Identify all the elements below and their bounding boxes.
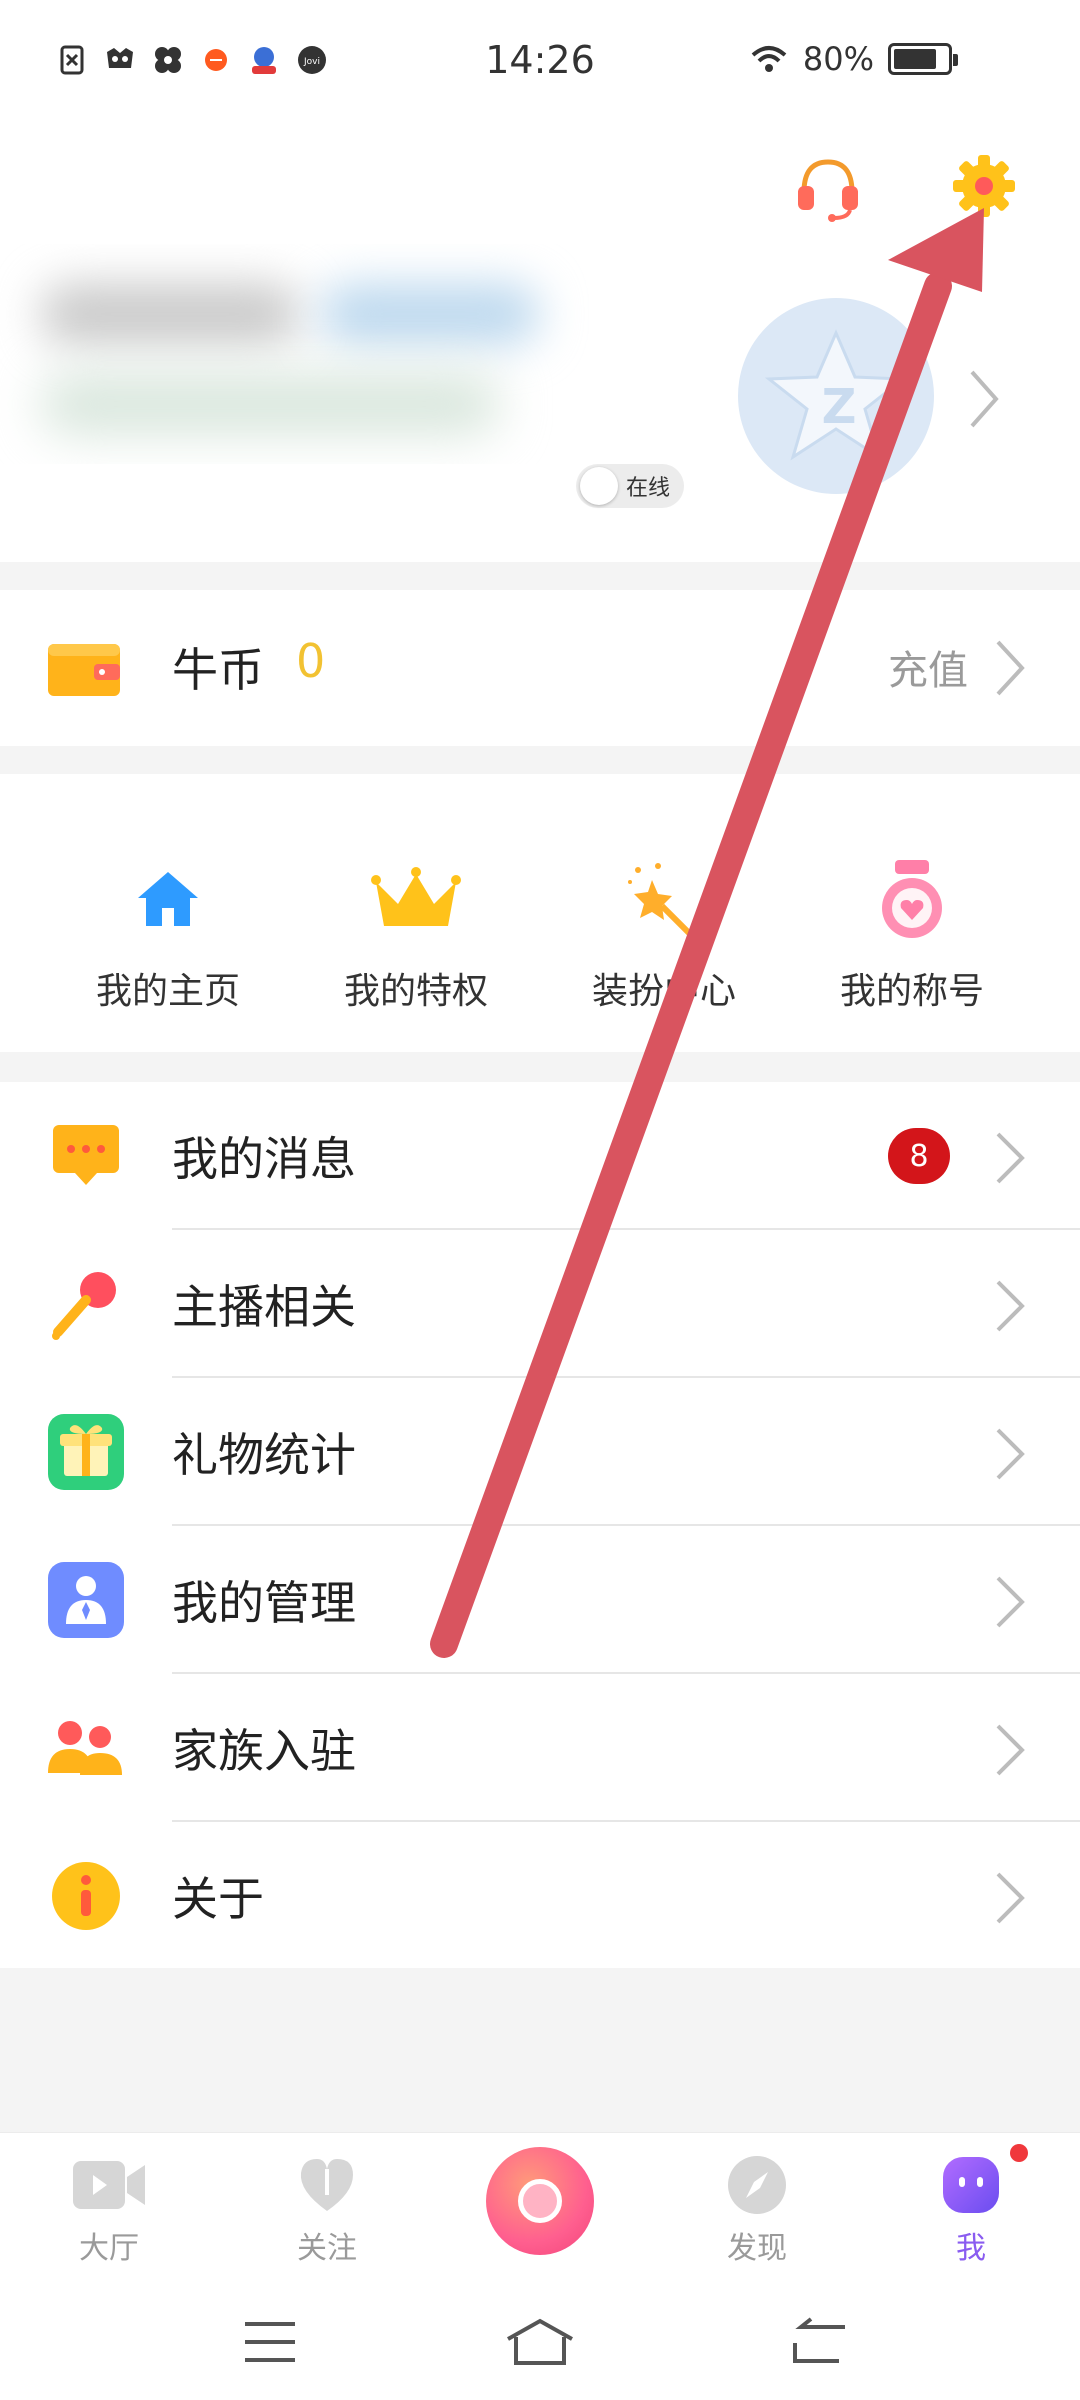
- menu-label: 礼物统计: [172, 1428, 356, 1482]
- quick-grid: 我的主页 我的特权 装扮中心 我的称号: [0, 774, 1080, 1052]
- back-icon: [793, 2317, 845, 2363]
- message-icon: [53, 1125, 119, 1185]
- toggle-knob: [580, 467, 618, 505]
- settings-button[interactable]: [942, 144, 1026, 228]
- tab-follow[interactable]: 关注: [252, 2145, 402, 2267]
- system-navigation-bar: [0, 2282, 1080, 2400]
- tab-discover[interactable]: 发现: [682, 2145, 832, 2267]
- grid-label: 装扮中心: [591, 971, 736, 1012]
- gift-icon: [48, 1414, 124, 1490]
- info-icon: [52, 1862, 120, 1930]
- menu-label: 主播相关: [172, 1280, 356, 1334]
- grid-label: 我的特权: [343, 971, 488, 1012]
- menu-label: 我的消息: [172, 1132, 356, 1186]
- chevron-right-icon: [996, 1280, 1025, 1332]
- grid-item-homepage[interactable]: 我的主页: [44, 774, 292, 1052]
- live-record-icon: [518, 2179, 562, 2223]
- chevron-right-icon: [996, 1132, 1025, 1184]
- home-nav-button[interactable]: [500, 2312, 580, 2372]
- grid-item-privilege[interactable]: 我的特权: [292, 774, 540, 1052]
- coin-value: 0: [296, 634, 326, 688]
- status-bar: Jovi 14:26 80%: [0, 0, 1080, 124]
- gear-icon: [953, 155, 1015, 217]
- menu-list: 我的消息 8 主播相关 礼物统计 我的管理 家族入驻 关于: [0, 1082, 1080, 1968]
- wallet-icon: [48, 644, 120, 696]
- avatar[interactable]: Z: [738, 298, 934, 494]
- chevron-right-icon: [996, 1576, 1025, 1628]
- notification-dot: [1010, 2144, 1028, 2162]
- profile-header: 在线 Z: [0, 124, 1080, 562]
- menu-item-streamer[interactable]: 主播相关: [0, 1230, 1080, 1378]
- customer-service-button[interactable]: [786, 146, 870, 230]
- menu-item-about[interactable]: 关于: [0, 1822, 1080, 1970]
- manager-icon: [48, 1562, 124, 1638]
- online-status-toggle[interactable]: 在线: [576, 464, 684, 508]
- coin-label: 牛币: [172, 643, 264, 697]
- back-nav-button[interactable]: [780, 2312, 860, 2372]
- start-live-button[interactable]: [486, 2147, 594, 2255]
- svg-text:Z: Z: [822, 379, 857, 435]
- grid-label: 我的称号: [839, 971, 984, 1012]
- default-avatar-star-icon: Z: [764, 329, 908, 461]
- grid-item-title[interactable]: 我的称号: [788, 774, 1036, 1052]
- tab-hall[interactable]: 大厅: [34, 2145, 184, 2267]
- battery-icon: [888, 43, 958, 75]
- unread-badge: 8: [888, 1128, 950, 1184]
- menu-item-family[interactable]: 家族入驻: [0, 1674, 1080, 1822]
- battery-percent: 80%: [802, 40, 874, 78]
- heart-icon: [300, 2159, 353, 2211]
- home-outline-icon: [507, 2318, 573, 2365]
- grid-item-dressup[interactable]: 装扮中心: [540, 774, 788, 1052]
- headset-icon: [798, 159, 858, 222]
- menu-item-gift-stats[interactable]: 礼物统计: [0, 1378, 1080, 1526]
- blurred-user-info: [0, 244, 620, 464]
- chevron-right-icon: [996, 1724, 1025, 1776]
- menu-label: 家族入驻: [172, 1724, 356, 1778]
- medal-icon: [882, 860, 942, 938]
- video-icon: [73, 2161, 145, 2209]
- profile-face-icon: [943, 2157, 999, 2213]
- menu-item-management[interactable]: 我的管理: [0, 1526, 1080, 1674]
- status-right: 80%: [749, 40, 958, 78]
- tab-label: 大厅: [79, 2231, 139, 2266]
- recharge-button[interactable]: 充值: [888, 638, 968, 696]
- home-icon: [138, 872, 198, 926]
- online-label: 在线: [626, 476, 671, 501]
- microphone-icon: [52, 1272, 116, 1340]
- tab-me[interactable]: 我: [896, 2145, 1046, 2267]
- chevron-right-icon: [996, 1872, 1025, 1924]
- tab-label: 关注: [297, 2231, 357, 2266]
- hamburger-icon: [245, 2322, 295, 2362]
- grid-label: 我的主页: [95, 971, 240, 1012]
- tab-label: 我: [956, 2231, 986, 2266]
- compass-icon: [728, 2156, 786, 2214]
- magic-wand-icon: [628, 863, 693, 937]
- family-icon: [48, 1721, 122, 1775]
- crown-icon: [371, 867, 461, 926]
- menu-label: 关于: [172, 1872, 264, 1926]
- menu-nav-button[interactable]: [230, 2312, 310, 2372]
- menu-label: 我的管理: [172, 1576, 356, 1630]
- tab-label: 发现: [727, 2231, 787, 2266]
- profile-chevron-right-icon[interactable]: [964, 364, 1004, 434]
- coin-chevron-right-icon: [996, 640, 1025, 696]
- wifi-icon: [751, 46, 787, 72]
- menu-item-messages[interactable]: 我的消息 8: [0, 1082, 1080, 1230]
- chevron-right-icon: [996, 1428, 1025, 1480]
- battery-level: [894, 49, 936, 69]
- bottom-tab-bar: 大厅 关注 发现 我: [0, 2132, 1080, 2282]
- coin-row[interactable]: 牛币 0 充值: [0, 590, 1080, 746]
